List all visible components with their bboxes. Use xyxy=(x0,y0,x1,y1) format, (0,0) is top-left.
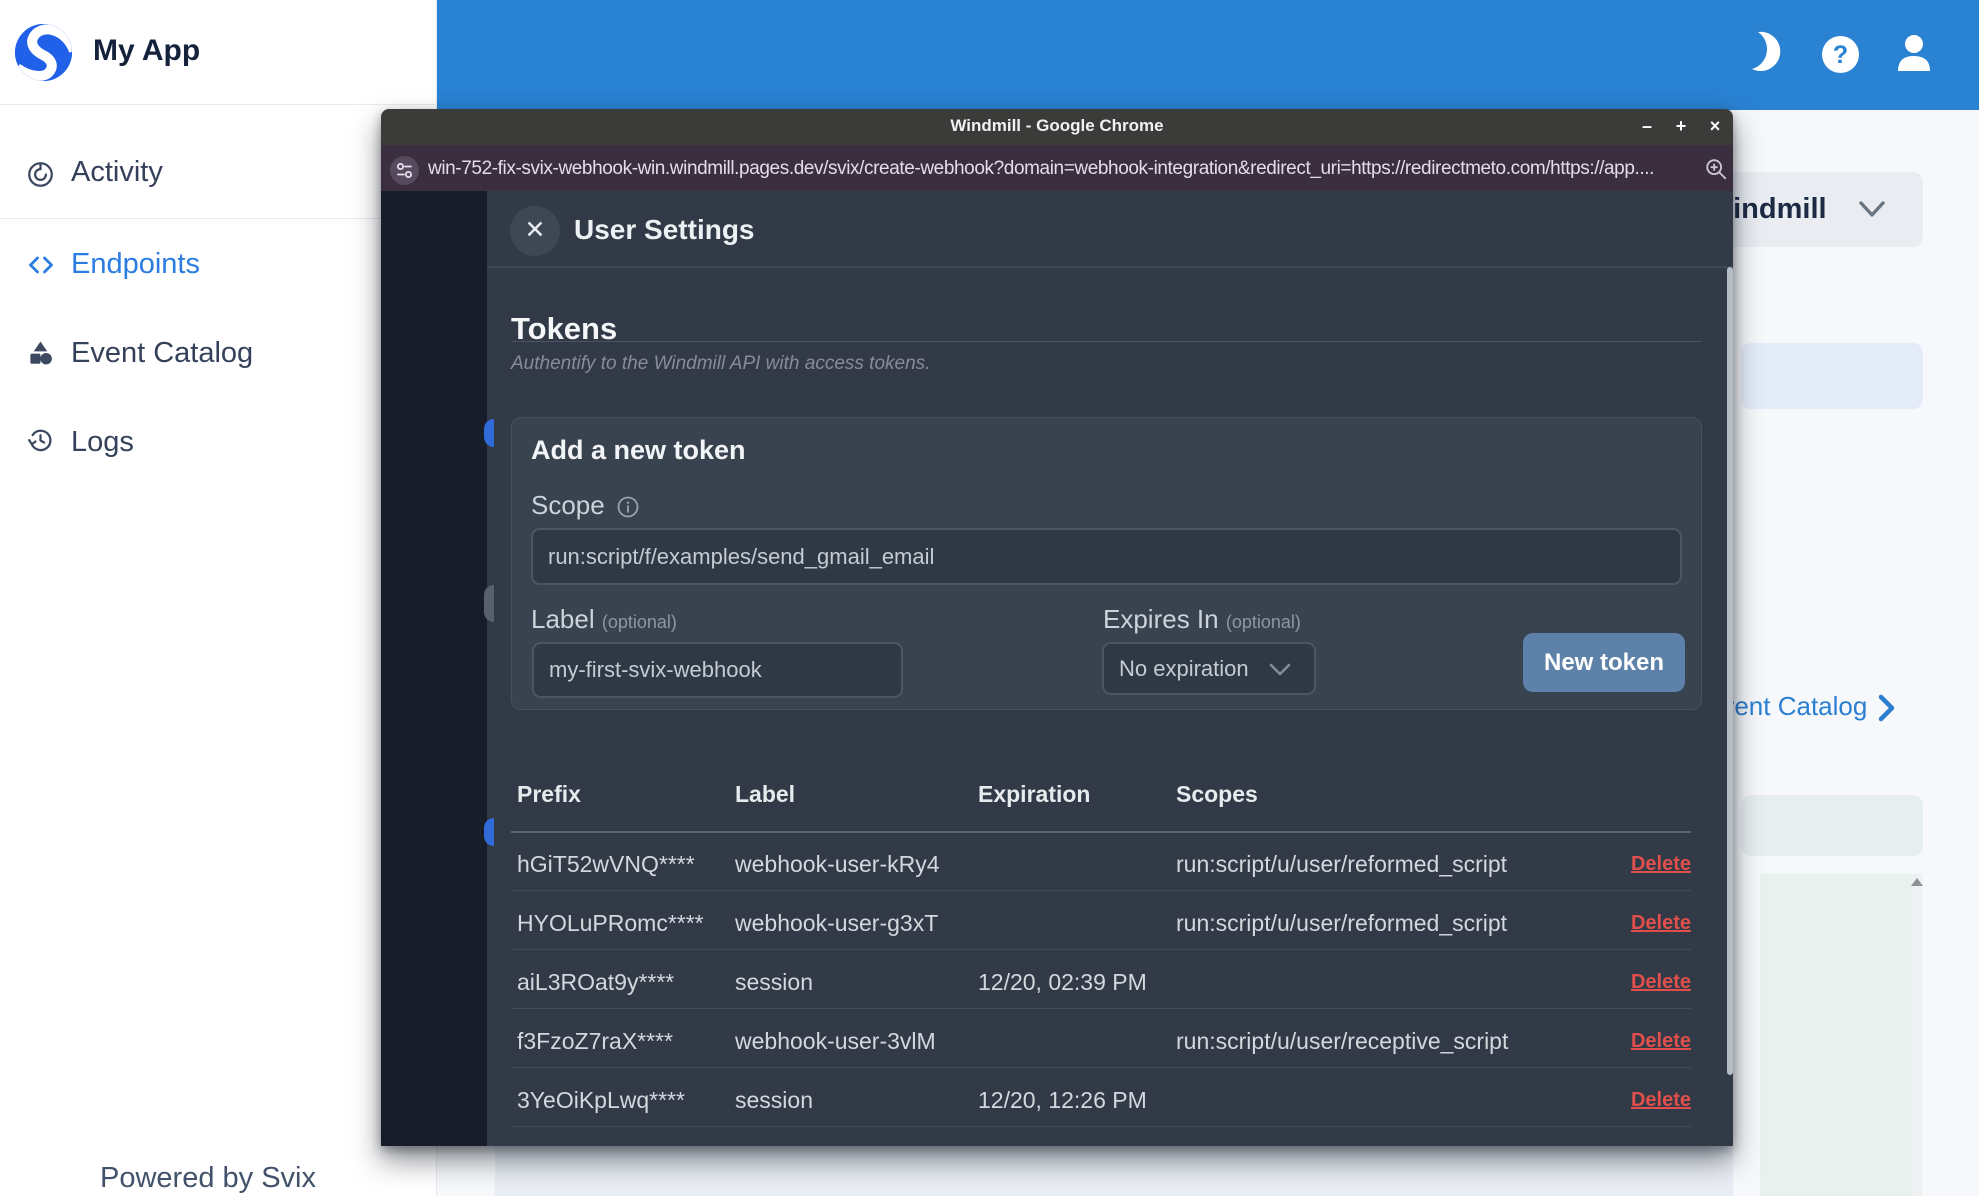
svg-text:?: ? xyxy=(1833,41,1848,69)
